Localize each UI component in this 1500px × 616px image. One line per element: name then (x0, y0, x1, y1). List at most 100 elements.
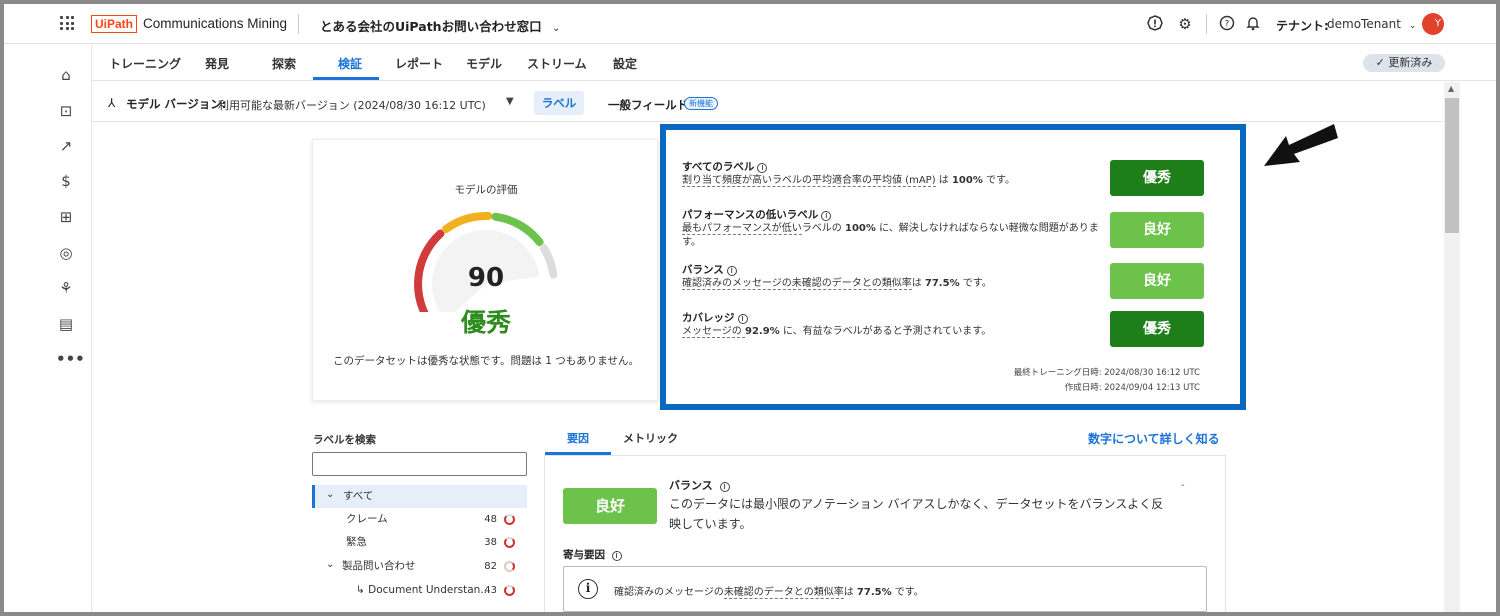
metric-desc-text: です。 (959, 278, 992, 289)
model-version-select[interactable]: 利用可能な最新バージョン (2024/08/30 16:12 UTC) (218, 97, 486, 113)
tab-factors[interactable]: 要因 (567, 430, 589, 446)
score-gauge (414, 211, 558, 312)
metric-title-text: バランス (682, 264, 724, 276)
collapse-icon[interactable]: - (1181, 480, 1185, 491)
metric-description: 割り当て頻度が高いラベルの平均適合率の平均値 (mAP) は 100% です。 (682, 174, 1102, 188)
scroll-up-icon[interactable]: ▲ (1448, 84, 1454, 93)
tenant-label: テナント: (1276, 19, 1329, 33)
cf-text-mid: は (843, 587, 857, 598)
metric-rating-badge: 良好 (1110, 263, 1204, 299)
chart-icon[interactable]: ↗ (56, 136, 76, 156)
metric-desc-link[interactable]: 割り当て頻度が高いラベルの平均適合率の平均値 (mAP) (682, 175, 936, 187)
metric-row: カバレッジ i メッセージの 92.9% に、有益なラベルがあると予測されています。 (682, 311, 1102, 339)
scrollbar-thumb[interactable] (1445, 98, 1459, 233)
tab-training[interactable]: トレーニング (109, 55, 181, 72)
learn-more-link[interactable]: 数字について詳しく知る (1088, 430, 1220, 447)
info-icon: i (578, 579, 598, 599)
tab-settings[interactable]: 設定 (613, 55, 637, 72)
info-icon[interactable]: i (821, 211, 832, 221)
tab-models[interactable]: モデル (466, 55, 502, 72)
factor-detail-panel: 良好 バランス i このデータには最小限のアノテーション バイアスしかなく、デー… (544, 455, 1226, 612)
tab-explore[interactable]: 探索 (272, 55, 296, 72)
widgets-icon[interactable]: ⊞ (56, 207, 76, 227)
dataset-selector[interactable]: とある会社のUiPathお問い合わせ窓口 ⌄ (320, 16, 560, 35)
metric-title-text: カバレッジ (682, 312, 735, 324)
new-feature-badge: 新機能 (684, 97, 718, 110)
updated-status-badge: ✓ 更新済み (1363, 54, 1445, 72)
label-name: 製品問い合わせ (342, 560, 416, 572)
chevron-down-icon[interactable]: ⌄ (326, 553, 334, 576)
metric-desc-text: は (935, 175, 952, 186)
tab-metrics[interactable]: メトリック (623, 430, 678, 446)
help-icon[interactable]: ? (1218, 15, 1236, 33)
svg-text:?: ? (1225, 20, 1230, 30)
divider (298, 14, 299, 34)
created-time: 作成日時: 2024/09/04 12:13 UTC (1064, 383, 1200, 393)
metric-title: パフォーマンスの低いラベル i (682, 208, 1102, 222)
metric-desc-value: 77.5% (924, 278, 960, 289)
bell-icon[interactable] (1244, 15, 1262, 33)
tab-streams[interactable]: ストリーム (527, 55, 587, 72)
info-icon[interactable]: i (611, 551, 622, 561)
tenant-selector[interactable]: demoTenant ⌄ (1327, 17, 1416, 31)
tenant-name: demoTenant (1327, 17, 1401, 31)
info-icon[interactable]: i (757, 163, 768, 173)
model-branch-icon: ⅄ (108, 96, 116, 110)
label-name: 緊急 (346, 536, 367, 548)
label-tree-item[interactable]: ↳ Document Understan... 43 (312, 579, 527, 602)
app-window: UiPath Communications Mining とある会社のUiPat… (4, 4, 1496, 612)
more-icon[interactable]: ••• (56, 349, 85, 369)
model-version-label: モデル バージョン: (126, 97, 227, 111)
label-search-input[interactable] (312, 452, 527, 476)
labels-toggle-button[interactable]: ラベル (534, 91, 584, 115)
metric-desc-link[interactable]: メッセージの (682, 326, 745, 338)
store-icon[interactable]: ▤ (56, 314, 76, 334)
gear-icon[interactable]: ⚙ (1176, 15, 1194, 33)
factor-title: バランス i (669, 477, 730, 493)
label-tree-item[interactable]: 緊急 38 (312, 531, 527, 554)
info-icon[interactable]: i (726, 266, 737, 276)
label-tree-item[interactable]: ⌄ すべて (312, 485, 527, 508)
performance-ring-icon (504, 585, 515, 596)
chevron-down-icon: ⌄ (1408, 21, 1417, 31)
label-tree-item[interactable]: ⌄ 製品問い合わせ 82 (312, 555, 527, 578)
page-scrollbar[interactable]: ▲ (1444, 82, 1460, 612)
info-icon[interactable]: i (737, 314, 748, 324)
tab-discover[interactable]: 発見 (205, 55, 229, 72)
avatar[interactable]: Y (1422, 13, 1444, 35)
page-tabs: トレーニング 発見 探索 検証 レポート モデル ストリーム 設定 ✓ 更新済み (92, 45, 1496, 81)
uipath-logo: UiPath (91, 15, 138, 33)
performance-ring-icon (504, 561, 515, 572)
cf-link[interactable]: 未確認のデータとの類似率 (723, 587, 844, 599)
metric-desc-link[interactable]: 最もパフォーマンスが低い (682, 223, 802, 235)
info-icon[interactable]: i (719, 482, 730, 492)
app-launcher-icon[interactable] (60, 16, 74, 30)
metric-desc-text: に、有益なラベルがあると予測されています。 (779, 326, 992, 337)
gauge-segment (442, 211, 493, 233)
metric-desc-link[interactable]: 確認済みのメッセージの未確認のデータとの類似率 (682, 278, 912, 290)
label-tree-item[interactable]: クレーム 48 (312, 508, 527, 531)
alert-icon[interactable] (1146, 15, 1164, 33)
home-icon[interactable]: ⌂ (56, 65, 76, 85)
label-count: 43 (484, 585, 497, 596)
metric-description: 最もパフォーマンスが低いラベルの 100% に、解決しなければならない軽微な問題… (682, 222, 1102, 250)
mining-icon[interactable]: ⊡ (56, 101, 76, 121)
location-icon[interactable]: ◎ (56, 243, 76, 263)
chevron-down-icon[interactable]: ⌄ (326, 483, 334, 506)
automation-icon[interactable]: $ (56, 171, 76, 191)
metric-title: バランス i (682, 263, 1102, 277)
integrations-icon[interactable]: ⚘ (56, 278, 76, 298)
label-name: クレーム (346, 513, 388, 525)
metric-title: すべてのラベル i (682, 160, 1102, 174)
contributing-factor-item: i 確認済みのメッセージの未確認のデータとの類似率は 77.5% です。 (563, 566, 1207, 612)
metric-rating-badge: 良好 (1110, 212, 1204, 248)
contributing-factors-title: 寄与要因 i (563, 547, 622, 562)
left-nav: ⌂ ⊡ ↗ $ ⊞ ◎ ⚘ ▤ ••• (4, 45, 92, 612)
metric-description: メッセージの 92.9% に、有益なラベルがあると予測されています。 (682, 325, 1102, 339)
caret-down-icon[interactable]: ▼ (506, 96, 514, 107)
performance-ring-icon (504, 514, 515, 525)
tab-validation[interactable]: 検証 (338, 55, 362, 72)
tab-reports[interactable]: レポート (395, 55, 443, 72)
general-fields-toggle[interactable]: 一般フィールド (608, 97, 688, 113)
metric-row: バランス i 確認済みのメッセージの未確認のデータとの類似率は 77.5% です。 (682, 263, 1102, 291)
